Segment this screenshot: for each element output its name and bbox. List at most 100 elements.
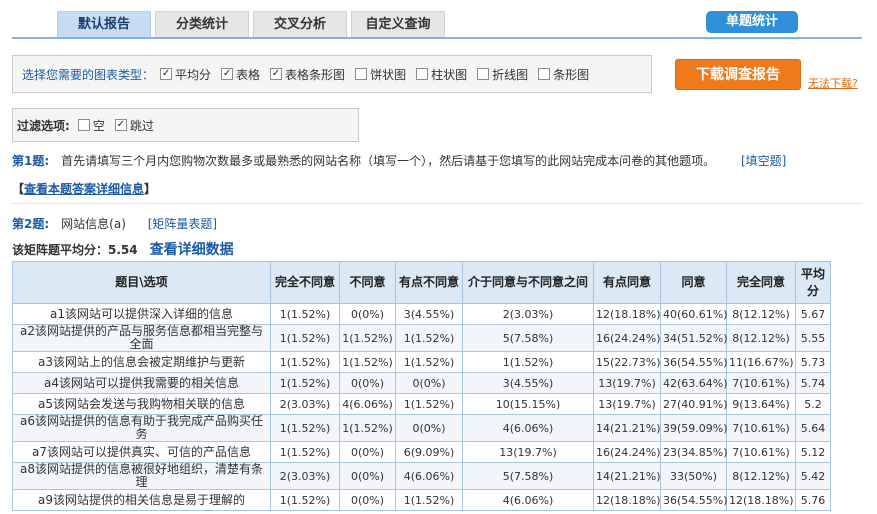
matrix-average-label: 该矩阵题平均分：5.54	[12, 243, 138, 257]
view-answer-detail-link[interactable]: 查看本题答案详细信息	[24, 182, 144, 196]
table-cell: 1(1.52%)	[339, 324, 396, 352]
table-cell: 5.76	[795, 489, 831, 511]
table-cell: 8(12.12%)	[726, 303, 796, 325]
table-cell: 9(13.64%)	[726, 393, 796, 415]
table-cell: 1(1.52%)	[270, 324, 340, 352]
question-text: 网站信息(a)	[61, 217, 126, 231]
tab-default-report[interactable]: 默认报告	[57, 11, 151, 37]
table-cell: 7(10.61%)	[726, 441, 796, 463]
table-header-cell: 完全同意	[726, 261, 796, 304]
tab-cross-analysis[interactable]: 交叉分析	[253, 11, 347, 37]
table-cell: 0(0%)	[339, 489, 396, 511]
chart-option-pie[interactable]: 饼状图	[355, 66, 406, 83]
row-item-label: a8该网站提供的信息被很好地组织，清楚有条理	[12, 462, 271, 490]
table-cell: 1(1.52%)	[339, 351, 396, 373]
filter-option-skip[interactable]: ✓ 跳过	[114, 117, 154, 134]
checkbox[interactable]: ✓	[114, 119, 127, 131]
chart-option-table-bar[interactable]: ✓ 表格条形图	[270, 66, 345, 83]
row-item-label: a7该网站可以提供真实、可信的产品信息	[12, 441, 271, 463]
matrix-average: 该矩阵题平均分：5.54 查看详细数据	[12, 239, 234, 259]
checkbox[interactable]: ✓	[270, 68, 283, 80]
table-cell: 5.12	[795, 441, 831, 463]
row-item-label: a1该网站可以提供深入详细的信息	[12, 303, 271, 325]
question-1-detail: 【查看本题答案详细信息】	[12, 182, 157, 196]
table-header-cell: 同意	[660, 261, 727, 304]
table-cell: 5.55	[795, 324, 831, 352]
table-cell: 14(21.21%)	[593, 414, 661, 442]
table-cell: 0(0%)	[339, 303, 396, 325]
table-cell: 33(50%)	[660, 462, 727, 490]
table-cell: 36(54.55%)	[660, 489, 728, 511]
table-cell: 2(3.03%)	[270, 393, 340, 415]
chart-option-column[interactable]: 柱状图	[416, 66, 467, 83]
table-cell: 11(16.67%)	[726, 351, 796, 373]
tab-category-stats[interactable]: 分类统计	[155, 11, 249, 37]
table-cell: 36(54.55%)	[660, 351, 728, 373]
download-report-button[interactable]: 下载调查报告	[675, 59, 801, 90]
filter-panel: 过滤选项: 空 ✓ 跳过	[12, 108, 359, 142]
table-cell: 5.73	[795, 351, 831, 373]
row-item-label: a3该网站上的信息会被定期维护与更新	[12, 351, 271, 373]
table-cell: 2(3.03%)	[270, 462, 340, 490]
checkbox[interactable]	[477, 68, 490, 80]
table-cell: 0(0%)	[339, 462, 396, 490]
table-cell: 1(1.52%)	[395, 351, 463, 373]
table-cell: 5.64	[795, 414, 831, 442]
table-cell: 1(1.52%)	[395, 489, 463, 511]
table-row: a9该网站提供的相关信息是易于理解的 1(1.52%) 0(0%) 1(1.52%) 4…	[12, 489, 831, 511]
table-header-cell: 有点同意	[593, 261, 661, 304]
table-cell: 5.42	[795, 462, 831, 490]
table-row: a3该网站上的信息会被定期维护与更新 1(1.52%) 1(1.52%) 1(1.52…	[12, 351, 831, 373]
question-number: 第2题:	[12, 217, 50, 231]
table-cell: 1(1.52%)	[339, 414, 396, 442]
table-cell: 12(18.18%)	[593, 489, 661, 511]
chart-option-table[interactable]: ✓ 表格	[221, 66, 260, 83]
table-cell: 0(0%)	[339, 441, 396, 463]
chart-option-average[interactable]: ✓ 平均分	[160, 66, 211, 83]
table-cell: 1(1.52%)	[462, 351, 594, 373]
question-text: 首先请填写三个月内您购物次数最多或最熟悉的网站名称（填写一个），然后请基于您填写…	[61, 154, 716, 168]
table-row: a7该网站可以提供真实、可信的产品信息 1(1.52%) 0(0%) 6(9.09%)…	[12, 441, 831, 463]
table-header-cell: 不同意	[339, 261, 396, 304]
table-row: a4该网站可以提供我需要的相关信息 1(1.52%) 0(0%) 0(0%) 3(4.5…	[12, 372, 831, 394]
table-header-cell: 介于同意与不同意之间	[462, 261, 594, 304]
table-cell: 13(19.7%)	[462, 441, 594, 463]
table-cell: 1(1.52%)	[270, 372, 340, 394]
view-detail-data-link[interactable]: 查看详细数据	[150, 242, 234, 258]
tab-custom-query[interactable]: 自定义查询	[351, 11, 445, 37]
question-type-link[interactable]: [矩阵量表题]	[148, 217, 217, 231]
table-cell: 16(24.24%)	[593, 324, 661, 352]
table-cell: 12(18.18%)	[593, 303, 661, 325]
table-cell: 1(1.52%)	[270, 489, 340, 511]
question-1: 第1题: 首先请填写三个月内您购物次数最多或最熟悉的网站名称（填写一个），然后请基…	[12, 152, 786, 169]
table-cell: 4(6.06%)	[339, 393, 396, 415]
table-cell: 34(51.52%)	[660, 324, 728, 352]
table-cell: 14(21.21%)	[593, 462, 661, 490]
chart-option-bar[interactable]: 条形图	[538, 66, 589, 83]
filter-option-empty[interactable]: 空	[77, 117, 105, 134]
table-header-cell: 平均分	[795, 261, 831, 304]
table-cell: 2(3.03%)	[462, 303, 594, 325]
row-item-label: a4该网站可以提供我需要的相关信息	[12, 372, 271, 394]
table-row: a6该网站提供的信息有助于我完成产品购买任务 1(1.52%) 1(1.52%) 0(…	[12, 414, 831, 442]
table-cell: 1(1.52%)	[270, 414, 340, 442]
tab-underline	[12, 37, 862, 39]
chart-type-panel: 选择您需要的图表类型： ✓ 平均分 ✓ 表格 ✓ 表格条形图 饼状图 柱状图 折线图 …	[12, 55, 652, 93]
single-stat-button[interactable]: 单题统计	[706, 11, 798, 33]
checkbox[interactable]	[77, 119, 90, 131]
row-item-label: a5该网站会发送与我购物相关联的信息	[12, 393, 271, 415]
table-cell: 1(1.52%)	[270, 441, 340, 463]
checkbox[interactable]: ✓	[221, 68, 234, 80]
chart-option-line[interactable]: 折线图	[477, 66, 528, 83]
checkbox[interactable]: ✓	[160, 68, 173, 80]
checkbox[interactable]	[355, 68, 368, 80]
table-cell: 27(40.91%)	[660, 393, 728, 415]
checkbox[interactable]	[416, 68, 429, 80]
table-cell: 7(10.61%)	[726, 414, 796, 442]
table-cell: 3(4.55%)	[462, 372, 594, 394]
table-cell: 4(6.06%)	[462, 489, 594, 511]
table-cell: 12(18.18%)	[726, 489, 796, 511]
question-type-link[interactable]: [填空题]	[741, 154, 786, 168]
cant-download-link[interactable]: 无法下载?	[808, 75, 858, 91]
checkbox[interactable]	[538, 68, 551, 80]
